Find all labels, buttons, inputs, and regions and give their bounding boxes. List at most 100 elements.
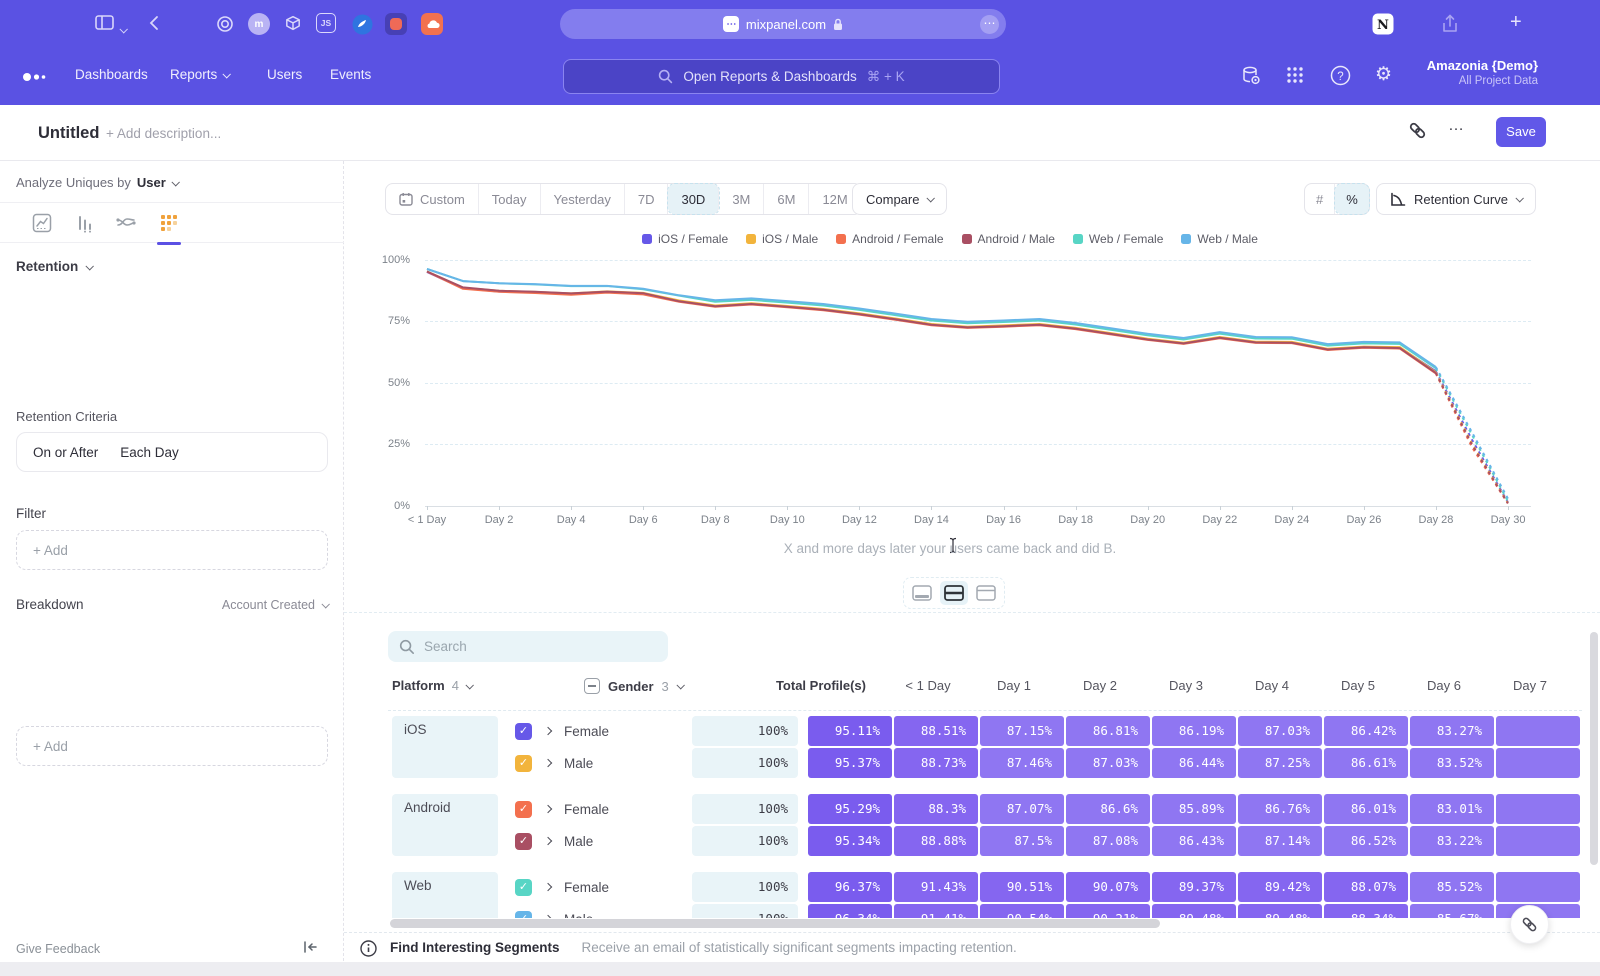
expand-chevron-icon[interactable] bbox=[544, 883, 552, 891]
range-today[interactable]: Today bbox=[479, 184, 541, 214]
legend-item[interactable]: Web / Male bbox=[1181, 232, 1257, 246]
global-search-button[interactable]: Open Reports & Dashboards ⌘ + K bbox=[563, 59, 1000, 94]
legend-item[interactable]: Android / Female bbox=[836, 232, 943, 246]
retention-value-cell[interactable]: 87.14% bbox=[1238, 826, 1322, 856]
tab-flows[interactable] bbox=[114, 211, 138, 235]
retention-value-cell[interactable]: 90.21% bbox=[1066, 904, 1150, 918]
retention-value-cell[interactable]: 95.11% bbox=[808, 716, 892, 746]
retention-value-cell[interactable]: 95.34% bbox=[808, 826, 892, 856]
retention-value-cell[interactable]: 89.42% bbox=[1238, 872, 1322, 902]
retention-value-cell[interactable]: 89.37% bbox=[1152, 872, 1236, 902]
find-segments-title[interactable]: Find Interesting Segments bbox=[390, 940, 560, 955]
gender-column-header[interactable]: Gender 3 bbox=[584, 678, 683, 694]
nav-item-dashboards[interactable]: Dashboards bbox=[75, 67, 148, 82]
retention-value-cell[interactable]: 87.07% bbox=[980, 794, 1064, 824]
criteria-each-day[interactable]: Each Day bbox=[120, 445, 179, 460]
data-management-icon[interactable] bbox=[1240, 65, 1262, 87]
cube-extension-icon[interactable] bbox=[282, 13, 304, 35]
copy-link-icon[interactable] bbox=[1408, 121, 1427, 140]
vertical-scrollbar[interactable] bbox=[1590, 632, 1598, 865]
retention-value-cell[interactable]: 85.89% bbox=[1152, 794, 1236, 824]
back-icon[interactable] bbox=[148, 14, 160, 32]
sidebar-toggle-icon[interactable] bbox=[95, 14, 114, 31]
retention-value-cell[interactable]: 90.07% bbox=[1066, 872, 1150, 902]
retention-criteria-card[interactable]: On or After Each Day bbox=[16, 432, 328, 472]
retention-value-cell[interactable]: 86.52% bbox=[1324, 826, 1408, 856]
report-title[interactable]: Untitled bbox=[38, 124, 99, 143]
chevron-down-icon[interactable] bbox=[120, 20, 126, 38]
retention-value-cell[interactable]: 86.61% bbox=[1324, 748, 1408, 778]
legend-item[interactable]: Android / Male bbox=[962, 232, 1055, 246]
retention-value-cell[interactable]: 87.03% bbox=[1238, 716, 1322, 746]
nav-item-reports[interactable]: Reports bbox=[170, 67, 229, 82]
legend-item[interactable]: iOS / Female bbox=[642, 232, 728, 246]
apps-grid-icon[interactable] bbox=[1285, 65, 1305, 85]
absolute-values-toggle[interactable]: # bbox=[1305, 184, 1335, 214]
platform-column-header[interactable]: Platform 4 bbox=[392, 678, 472, 693]
report-description-placeholder[interactable]: + Add description... bbox=[106, 126, 221, 141]
new-tab-icon[interactable]: + bbox=[1510, 11, 1522, 34]
table-search-input[interactable] bbox=[388, 631, 668, 662]
retention-value-cell[interactable]: 86.01% bbox=[1324, 794, 1408, 824]
retention-value-cell[interactable]: 86.43% bbox=[1152, 826, 1236, 856]
layout-table-only-button[interactable] bbox=[972, 581, 1000, 605]
layout-chart-and-table-button[interactable] bbox=[940, 581, 968, 605]
retention-value-cell[interactable]: 91.41% bbox=[894, 904, 978, 918]
target-extension-icon[interactable] bbox=[214, 13, 236, 35]
tab-retention-active[interactable] bbox=[157, 211, 181, 235]
retention-value-cell[interactable]: 83.22% bbox=[1410, 826, 1494, 856]
expand-chevron-icon[interactable] bbox=[544, 837, 552, 845]
extensions-menu-icon[interactable]: ⋯ bbox=[980, 15, 999, 34]
series-checkbox[interactable]: ✓ bbox=[515, 833, 532, 850]
retention-value-cell[interactable]: 88.51% bbox=[894, 716, 978, 746]
settings-gear-icon[interactable]: ⚙ bbox=[1375, 63, 1392, 86]
zoom-window-button[interactable] bbox=[58, 18, 71, 31]
criteria-on-or-after[interactable]: On or After bbox=[33, 445, 98, 460]
red-dot-extension-icon[interactable] bbox=[385, 13, 407, 35]
cloud-extension-icon[interactable] bbox=[421, 13, 443, 35]
project-switcher[interactable]: Amazonia {Demo} All Project Data bbox=[1427, 58, 1538, 87]
retention-value-cell[interactable]: 96.37% bbox=[808, 872, 892, 902]
retention-value-cell[interactable]: 88.73% bbox=[894, 748, 978, 778]
analyze-entity-dropdown[interactable]: User bbox=[137, 175, 166, 190]
collapse-sidebar-icon[interactable] bbox=[303, 940, 318, 954]
retention-line-chart[interactable] bbox=[344, 250, 1556, 540]
expand-chevron-icon[interactable] bbox=[544, 759, 552, 767]
bird-extension-icon[interactable] bbox=[351, 13, 373, 35]
retention-value-cell[interactable]: 86.44% bbox=[1152, 748, 1236, 778]
share-icon[interactable] bbox=[1441, 14, 1459, 34]
nav-item-users[interactable]: Users bbox=[267, 67, 302, 82]
retention-value-cell[interactable]: 83.27% bbox=[1410, 716, 1494, 746]
range-yesterday[interactable]: Yesterday bbox=[541, 184, 625, 214]
range-custom[interactable]: Custom bbox=[386, 184, 479, 214]
percent-values-toggle[interactable]: % bbox=[1335, 184, 1369, 214]
series-checkbox[interactable]: ✓ bbox=[515, 723, 532, 740]
minimize-window-button[interactable] bbox=[38, 18, 51, 31]
retention-value-cell[interactable]: 87.46% bbox=[980, 748, 1064, 778]
horizontal-scrollbar[interactable] bbox=[390, 919, 1160, 928]
retention-value-cell[interactable]: 86.76% bbox=[1238, 794, 1322, 824]
retention-value-cell[interactable]: 95.29% bbox=[808, 794, 892, 824]
retention-value-cell[interactable]: 89.48% bbox=[1152, 904, 1236, 918]
help-icon[interactable]: ? bbox=[1330, 65, 1351, 86]
m-extension-icon[interactable]: m bbox=[248, 13, 270, 35]
series-checkbox[interactable]: ✓ bbox=[515, 755, 532, 772]
tab-insights[interactable] bbox=[30, 211, 54, 235]
more-actions-icon[interactable]: … bbox=[1448, 117, 1465, 135]
breakdown-add-button[interactable]: + Add bbox=[16, 726, 328, 766]
retention-value-cell[interactable]: 87.5% bbox=[980, 826, 1064, 856]
gender-select-all-checkbox[interactable] bbox=[584, 678, 600, 694]
series-checkbox[interactable]: ✓ bbox=[515, 879, 532, 896]
range-7d[interactable]: 7D bbox=[625, 184, 669, 214]
range-3m[interactable]: 3M bbox=[719, 184, 764, 214]
retention-value-cell[interactable]: 85.67% bbox=[1410, 904, 1494, 918]
tab-funnels[interactable] bbox=[72, 211, 96, 235]
expand-chevron-icon[interactable] bbox=[544, 805, 552, 813]
retention-value-cell[interactable]: 85.52% bbox=[1410, 872, 1494, 902]
retention-value-cell[interactable]: 90.54% bbox=[980, 904, 1064, 918]
retention-value-cell[interactable]: 90.51% bbox=[980, 872, 1064, 902]
retention-value-cell[interactable]: 86.19% bbox=[1152, 716, 1236, 746]
legend-item[interactable]: Web / Female bbox=[1073, 232, 1163, 246]
retention-value-cell[interactable]: 87.25% bbox=[1238, 748, 1322, 778]
save-button[interactable]: Save bbox=[1496, 117, 1546, 147]
